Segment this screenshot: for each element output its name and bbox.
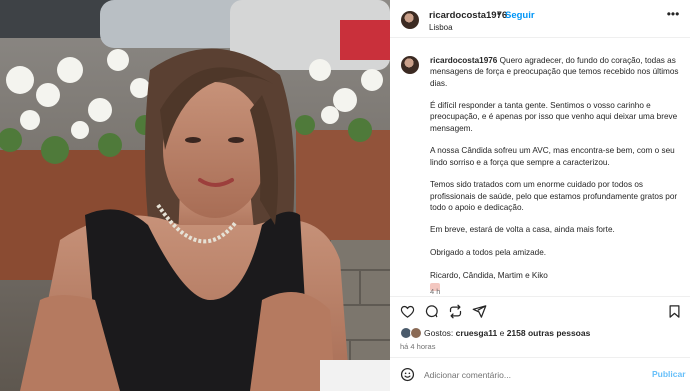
instagram-post-view: ricardocosta1976 • Seguir Lisboa ••• ric… <box>0 0 690 391</box>
likes-others[interactable]: 2158 outras pessoas <box>507 328 591 338</box>
post-photo-illustration <box>0 0 390 391</box>
caption-time: 4 h <box>430 287 441 296</box>
author-username[interactable]: ricardocosta1976 <box>429 10 507 21</box>
caption-paragraph: Temos sido tratados com um enorme cuidad… <box>430 180 678 212</box>
post-location[interactable]: Lisboa <box>429 23 453 32</box>
header-separator: • <box>497 9 501 20</box>
post-photo[interactable] <box>0 0 390 391</box>
likes-user[interactable]: cruesga11 <box>456 328 498 338</box>
comment-box: Publicar <box>390 357 690 391</box>
smiley-icon[interactable] <box>400 367 415 382</box>
caption-paragraph: A nossa Cândida sofreu um AVC, mas encon… <box>430 146 675 167</box>
caption-text: ricardocosta1976 Quero agradecer, do fun… <box>430 55 680 294</box>
heart-icon[interactable] <box>400 304 415 319</box>
caption-author-avatar[interactable] <box>401 56 419 74</box>
caption-paragraph: Obrigado a todos pela amizade. <box>430 248 547 258</box>
follow-button[interactable]: Seguir <box>505 10 535 21</box>
caption-section: ricardocosta1976 Quero agradecer, do fun… <box>390 50 690 296</box>
caption-paragraph: ricardocosta1976 Quero agradecer, do fun… <box>430 55 680 89</box>
comment-icon[interactable] <box>424 304 439 319</box>
share-icon[interactable] <box>472 304 487 319</box>
repost-icon[interactable] <box>448 304 463 319</box>
post-timestamp[interactable]: há 4 horas <box>400 342 435 351</box>
post-side-panel: ricardocosta1976 • Seguir Lisboa ••• ric… <box>390 0 690 391</box>
bookmark-icon[interactable] <box>667 304 682 319</box>
more-options-icon[interactable]: ••• <box>666 7 680 21</box>
comment-input[interactable] <box>424 368 624 382</box>
caption-username[interactable]: ricardocosta1976 <box>430 56 497 65</box>
liker-avatar <box>410 327 422 339</box>
post-actions <box>390 296 690 324</box>
likes-text: Gostos: cruesga11 e 2158 outras pessoas <box>424 328 590 338</box>
likes-summary: Gostos: cruesga11 e 2158 outras pessoas <box>390 326 690 342</box>
likes-prefix: Gostos: <box>424 328 456 338</box>
caption-paragraph: É difícil responder a tanta gente. Senti… <box>430 101 678 133</box>
publish-button[interactable]: Publicar <box>652 369 686 379</box>
author-avatar[interactable] <box>401 11 419 29</box>
post-header: ricardocosta1976 • Seguir Lisboa ••• <box>390 0 690 38</box>
caption-signature: Ricardo, Cândida, Martim e Kiko <box>430 270 548 280</box>
likes-connector: e <box>497 328 507 338</box>
caption-paragraph: Ricardo, Cândida, Martim e Kiko <box>430 270 680 293</box>
caption-paragraph: Em breve, estará de volta a casa, ainda … <box>430 225 615 235</box>
